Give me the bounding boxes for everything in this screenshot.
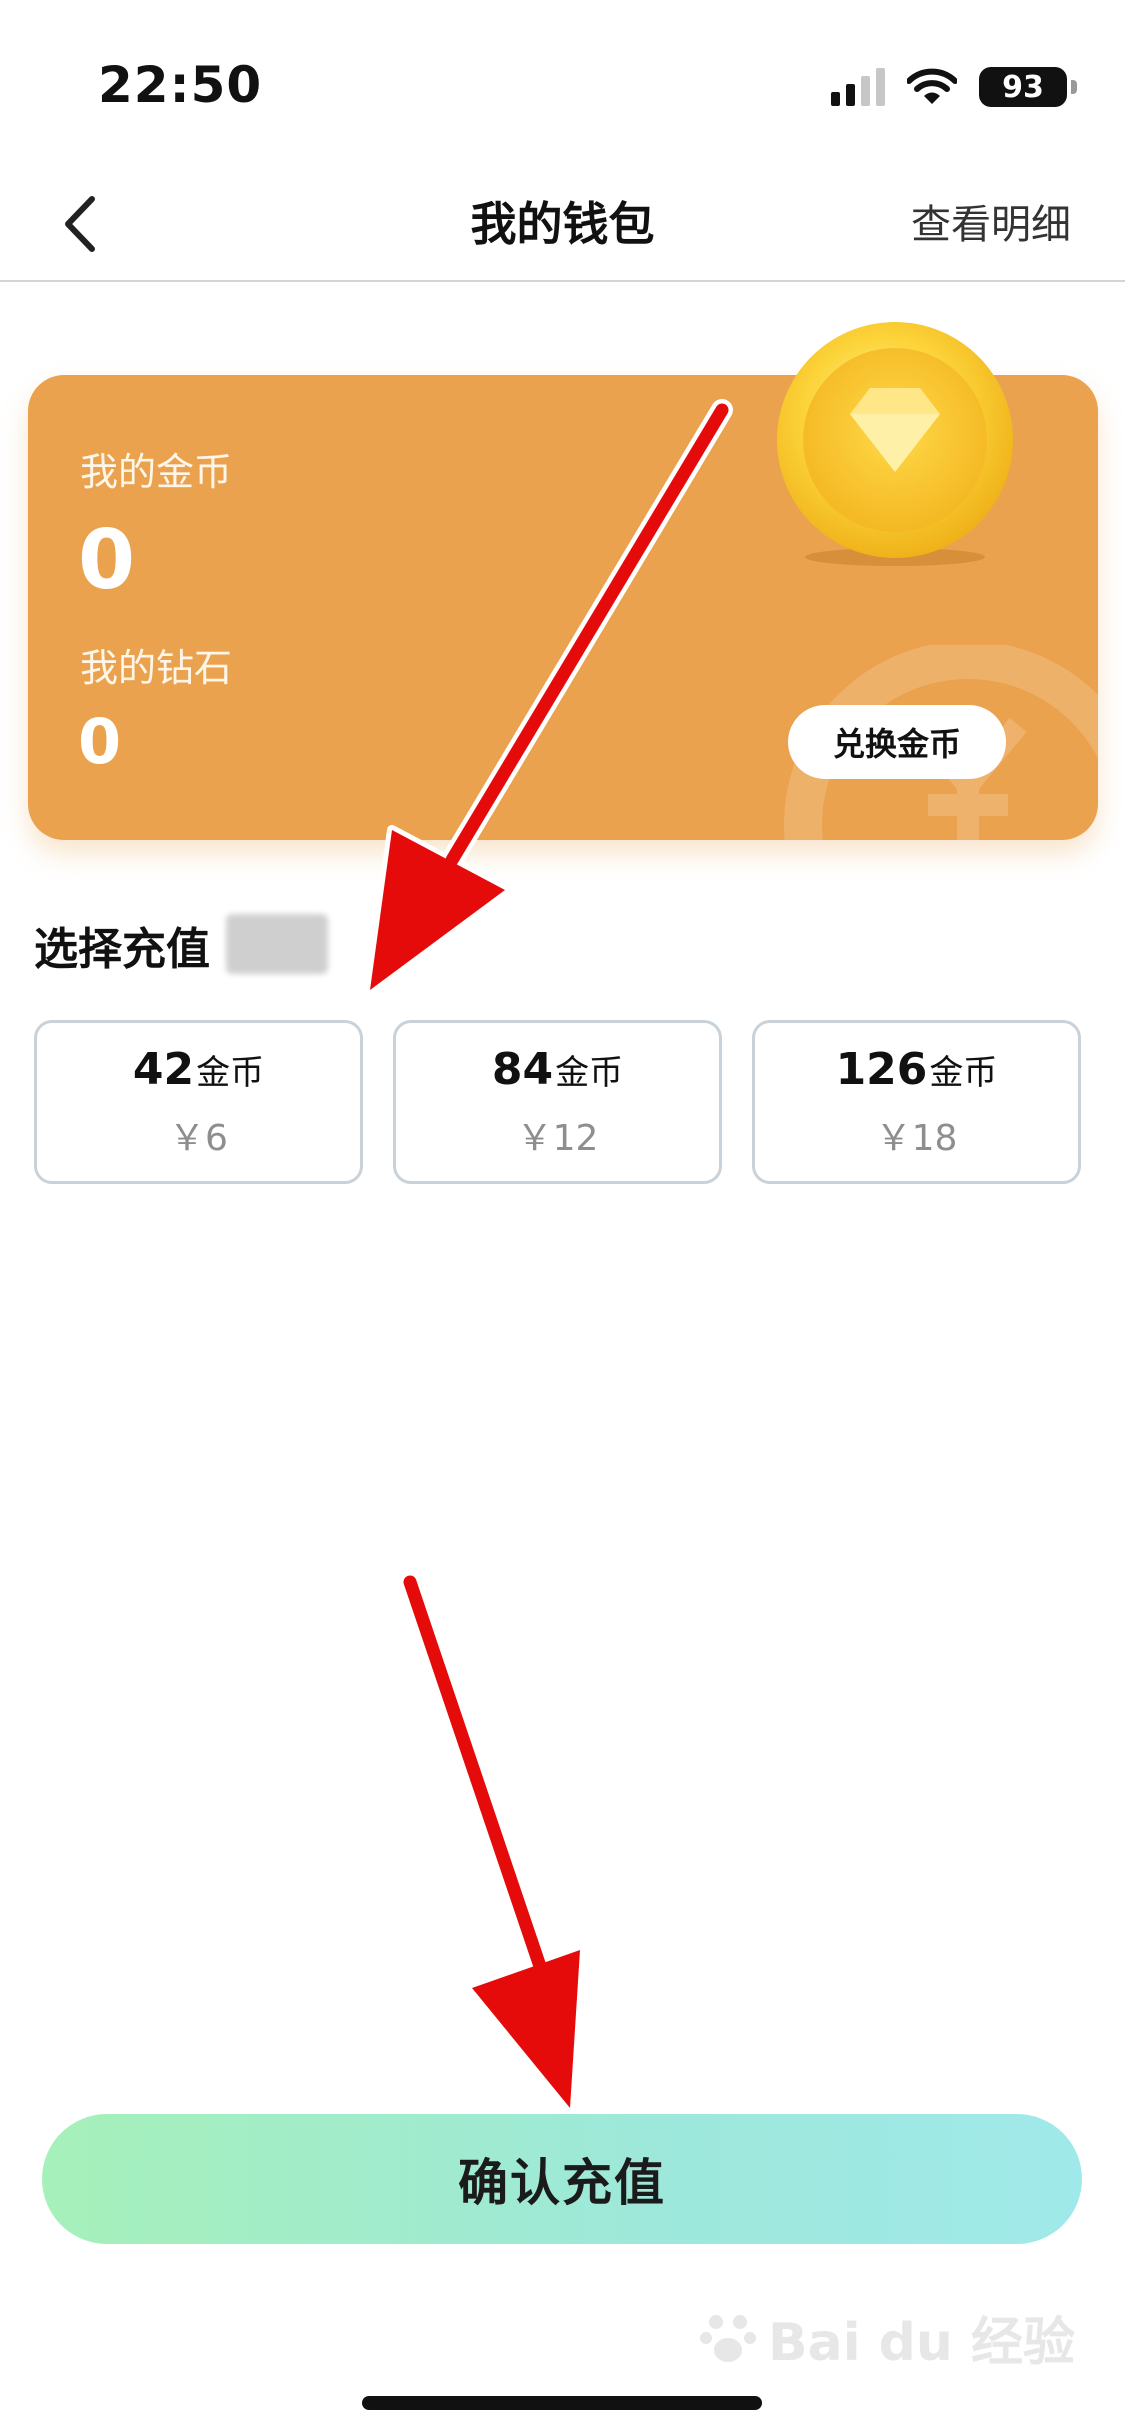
package-amount: 126 — [835, 1043, 928, 1095]
package-option[interactable]: 42 金币 ￥6 — [34, 1020, 363, 1184]
package-unit: 金币 — [196, 1052, 265, 1093]
battery-icon: 93 — [979, 67, 1077, 107]
package-option[interactable]: 84 金币 ￥12 — [393, 1020, 722, 1184]
navigation-bar: 我的钱包 查看明细 — [0, 160, 1125, 282]
package-price: ￥6 — [169, 1117, 228, 1159]
watermark-text: Bai du 经验 — [768, 2313, 1075, 2373]
diamonds-value: 0 — [78, 705, 122, 778]
section-title: 选择充值 — [34, 924, 210, 975]
package-amount: 84 — [491, 1043, 554, 1095]
confirm-recharge-button[interactable]: 确认充值 — [42, 2114, 1082, 2244]
coins-value: 0 — [78, 513, 136, 608]
baidu-watermark: Bai du 经验 — [698, 2300, 1075, 2375]
gold-diamond-coin-icon — [777, 322, 1013, 566]
paw-icon — [700, 2314, 756, 2362]
view-details-link[interactable]: 查看明细 — [911, 192, 1071, 250]
home-indicator — [362, 2396, 762, 2410]
package-price: ￥12 — [516, 1117, 599, 1159]
coins-label: 我的金币 — [80, 450, 233, 494]
package-price: ￥18 — [875, 1117, 958, 1159]
exchange-coins-button[interactable]: 兑换金币 — [788, 705, 1006, 779]
package-amount: 42 — [132, 1043, 195, 1095]
cellular-signal-icon — [831, 68, 885, 106]
wifi-icon — [907, 68, 957, 104]
package-option[interactable]: 126 金币 ￥18 — [752, 1020, 1081, 1184]
package-unit: 金币 — [929, 1052, 998, 1093]
blurred-content — [226, 914, 328, 974]
diamonds-label: 我的钻石 — [80, 646, 233, 690]
package-unit: 金币 — [555, 1052, 624, 1093]
package-list: 42 金币 ￥6 84 金币 ￥12 126 金币 ￥18 — [34, 1020, 1092, 1184]
status-time: 22:50 — [98, 56, 263, 114]
status-icons: 93 — [831, 62, 1077, 112]
red-arrow-icon — [399, 1571, 585, 2113]
